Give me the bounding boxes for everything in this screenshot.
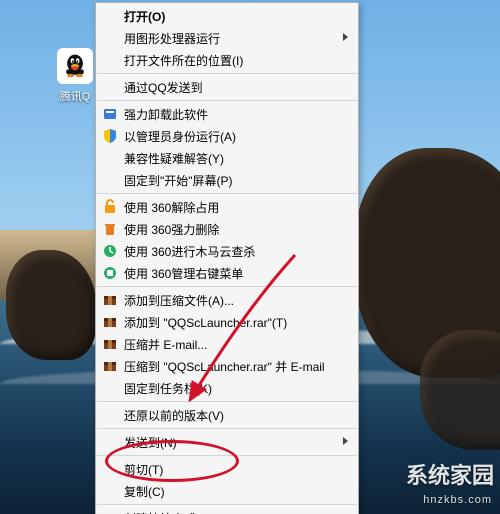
360-scan-icon (102, 243, 118, 259)
menu-copy[interactable]: 复制(C) (96, 480, 358, 502)
menu-send-to[interactable]: 发送到(N) (96, 431, 358, 453)
menu-restore-previous[interactable]: 还原以前的版本(V) (96, 404, 358, 426)
uninstall-icon (102, 106, 118, 122)
menu-force-uninstall[interactable]: 强力卸载此软件 (96, 103, 358, 125)
menu-item-label: 使用 360解除占用 (124, 199, 219, 216)
menu-pin-to-start[interactable]: 固定到"开始"屏幕(P) (96, 169, 358, 191)
submenu-arrow-icon (343, 437, 348, 445)
menu-item-label: 兼容性疑难解答(Y) (124, 150, 224, 167)
menu-add-to-archive[interactable]: 添加到压缩文件(A)... (96, 289, 358, 311)
menu-item-label: 添加到压缩文件(A)... (124, 292, 234, 309)
menu-run-as-admin[interactable]: 以管理员身份运行(A) (96, 125, 358, 147)
menu-item-label: 打开文件所在的位置(I) (124, 52, 243, 69)
menu-separator (97, 401, 357, 402)
menu-360-cloud-scan[interactable]: 使用 360进行木马云查杀 (96, 240, 358, 262)
winrar-icon (102, 314, 118, 330)
menu-open[interactable]: 打开(O) (96, 5, 358, 27)
menu-item-label: 发送到(N) (124, 434, 177, 451)
menu-item-label: 固定到任务栏(K) (124, 380, 212, 397)
rock (6, 250, 96, 360)
menu-pin-to-taskbar[interactable]: 固定到任务栏(K) (96, 377, 358, 399)
menu-item-label: 压缩到 "QQScLauncher.rar" 并 E-mail (124, 358, 325, 375)
menu-separator (97, 73, 357, 74)
menu-360-manage-ctx[interactable]: 使用 360管理右键菜单 (96, 262, 358, 284)
menu-separator (97, 286, 357, 287)
menu-separator (97, 193, 357, 194)
menu-item-label: 还原以前的版本(V) (124, 407, 224, 424)
menu-item-label: 复制(C) (124, 483, 165, 500)
context-menu: 打开(O) 用图形处理器运行 打开文件所在的位置(I) 通过QQ发送到 强力卸载… (95, 2, 359, 514)
menu-item-label: 强力卸载此软件 (124, 106, 208, 123)
winrar-icon (102, 292, 118, 308)
menu-item-label: 压缩并 E-mail... (124, 336, 207, 353)
menu-360-unlock[interactable]: 使用 360解除占用 (96, 196, 358, 218)
menu-archive-and-email[interactable]: 压缩并 E-mail... (96, 333, 358, 355)
qq-icon (57, 48, 93, 84)
menu-archive-named-and-email[interactable]: 压缩到 "QQScLauncher.rar" 并 E-mail (96, 355, 358, 377)
desktop-background: 腾讯Q 打开(O) 用图形处理器运行 打开文件所在的位置(I) 通过QQ发送到 … (0, 0, 500, 514)
menu-item-label: 添加到 "QQScLauncher.rar"(T) (124, 314, 287, 331)
360-delete-icon (102, 221, 118, 237)
menu-separator (97, 428, 357, 429)
menu-item-label: 用图形处理器运行 (124, 30, 220, 47)
menu-separator (97, 455, 357, 456)
menu-send-via-qq[interactable]: 通过QQ发送到 (96, 76, 358, 98)
360-menu-icon (102, 265, 118, 281)
winrar-icon (102, 336, 118, 352)
submenu-arrow-icon (343, 33, 348, 41)
menu-create-shortcut[interactable]: 创建快捷方式(S) (96, 507, 358, 514)
menu-add-to-archive-named[interactable]: 添加到 "QQScLauncher.rar"(T) (96, 311, 358, 333)
menu-item-label: 创建快捷方式(S) (124, 510, 212, 514)
menu-open-file-location[interactable]: 打开文件所在的位置(I) (96, 49, 358, 71)
desktop-icon-qq[interactable]: 腾讯Q (55, 48, 95, 104)
menu-item-label: 打开(O) (124, 8, 165, 25)
menu-item-label: 固定到"开始"屏幕(P) (124, 172, 233, 189)
menu-item-label: 使用 360强力删除 (124, 221, 219, 238)
watermark-title: 系统家园 (406, 458, 494, 490)
menu-item-label: 以管理员身份运行(A) (124, 128, 236, 145)
menu-troubleshoot-compat[interactable]: 兼容性疑难解答(Y) (96, 147, 358, 169)
menu-separator (97, 100, 357, 101)
360-unlock-icon (102, 199, 118, 215)
menu-item-label: 使用 360进行木马云查杀 (124, 243, 255, 260)
menu-item-label: 通过QQ发送到 (124, 79, 203, 96)
menu-run-with-gpu[interactable]: 用图形处理器运行 (96, 27, 358, 49)
desktop-icon-label: 腾讯Q (55, 88, 95, 104)
shield-icon (102, 128, 118, 144)
winrar-icon (102, 358, 118, 374)
menu-item-label: 使用 360管理右键菜单 (124, 265, 243, 282)
menu-cut[interactable]: 剪切(T) (96, 458, 358, 480)
watermark-url: hnzkbs.com (423, 494, 492, 506)
menu-item-label: 剪切(T) (124, 461, 163, 478)
menu-360-force-delete[interactable]: 使用 360强力删除 (96, 218, 358, 240)
menu-separator (97, 504, 357, 505)
